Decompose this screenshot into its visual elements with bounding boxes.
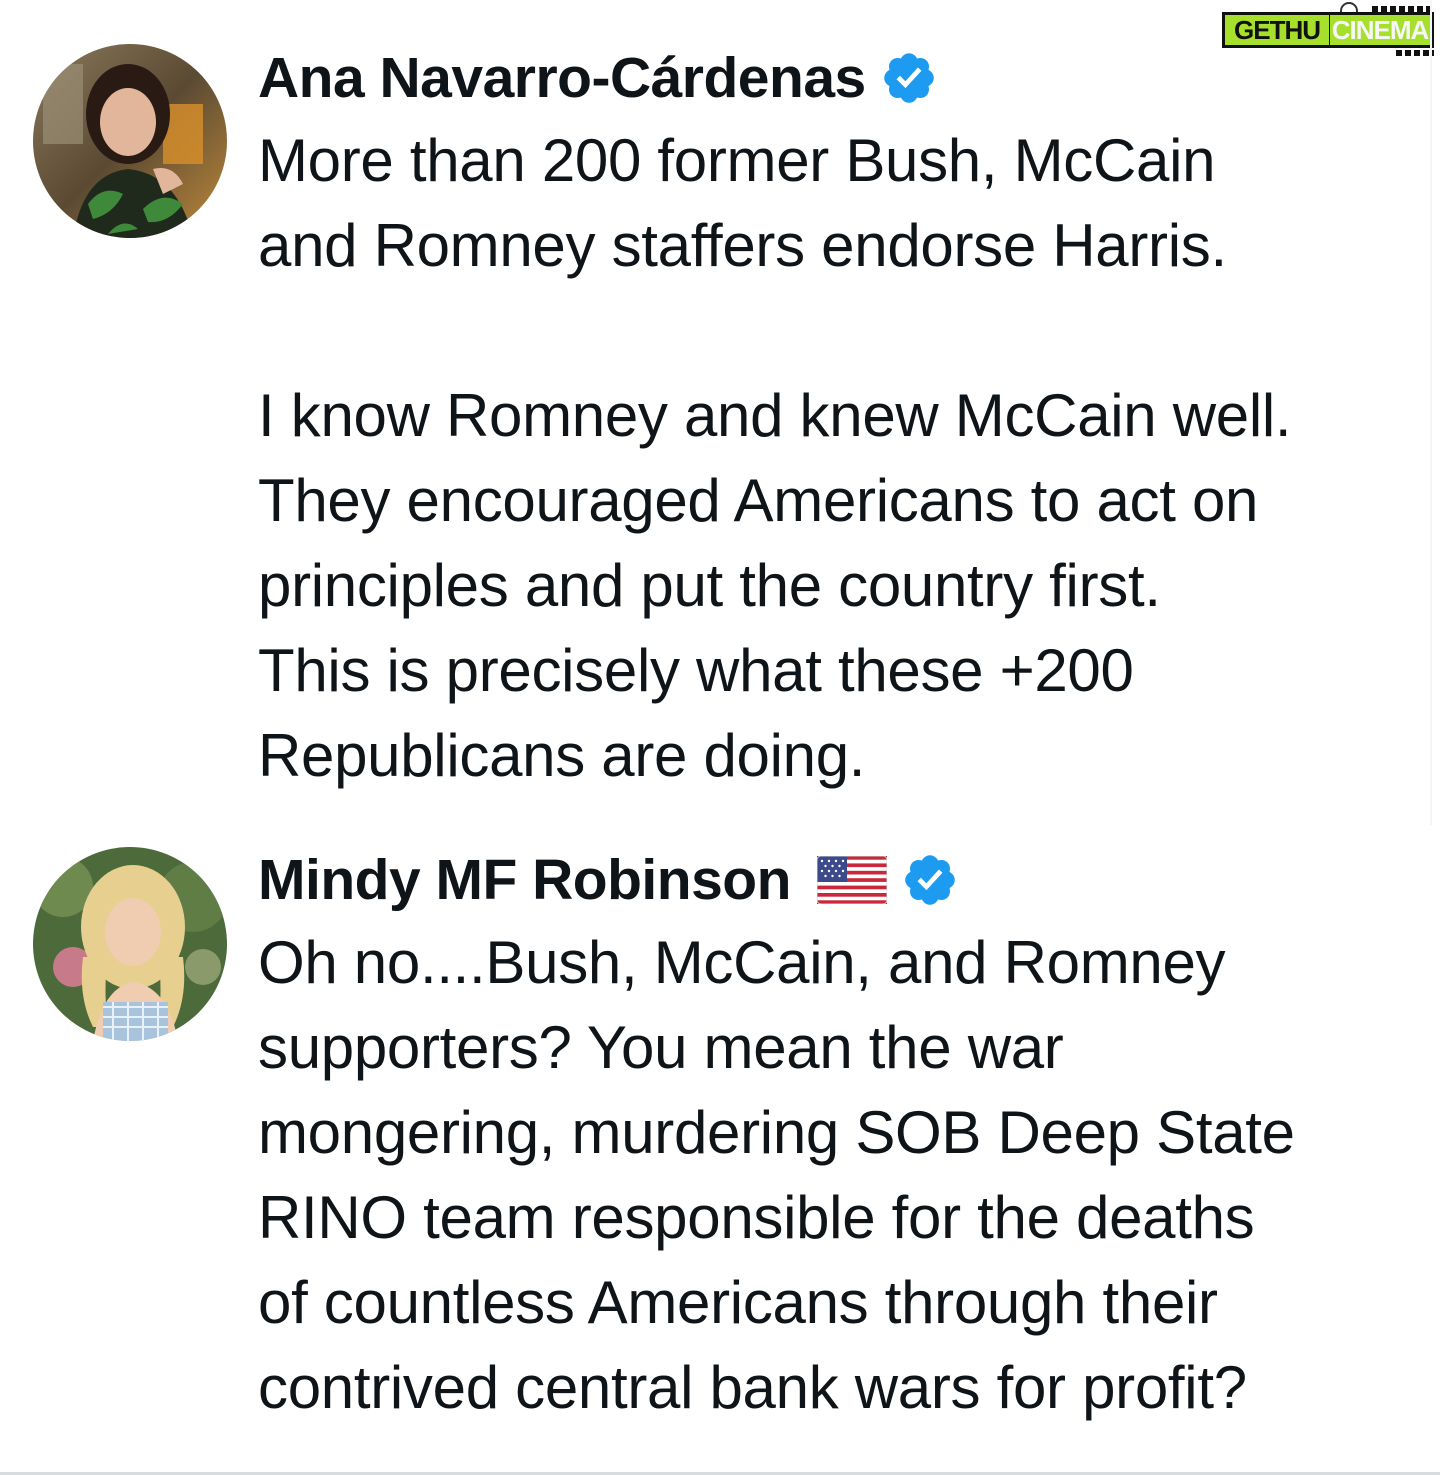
tweet[interactable]: Mindy MF Robinson Oh no....Bush, McCain,… [0,830,1440,1475]
tweet-content: Mindy MF Robinson Oh no....Bush, McCain,… [258,840,1418,1430]
display-name[interactable]: Ana Navarro-Cárdenas [258,38,866,118]
verified-badge-icon [883,53,934,103]
avatar[interactable] [33,44,227,238]
tweet[interactable]: Ana Navarro-Cárdenas More than 200 forme… [0,0,1440,830]
avatar-photo-icon [33,847,227,1041]
avatar-photo-icon [33,44,227,238]
tweet-text: Oh no....Bush, McCain, and Romney suppor… [258,929,1295,1421]
verified-badge-icon [905,855,955,905]
tweet-header: Ana Navarro-Cárdenas [258,38,1418,118]
tweet-text: More than 200 former Bush, McCain and Ro… [258,127,1292,789]
us-flag-icon [816,856,887,904]
tweet-content: Ana Navarro-Cárdenas More than 200 forme… [258,38,1418,798]
tweet-header: Mindy MF Robinson [258,840,1418,920]
display-name[interactable]: Mindy MF Robinson [258,840,791,920]
avatar[interactable] [33,847,227,1041]
